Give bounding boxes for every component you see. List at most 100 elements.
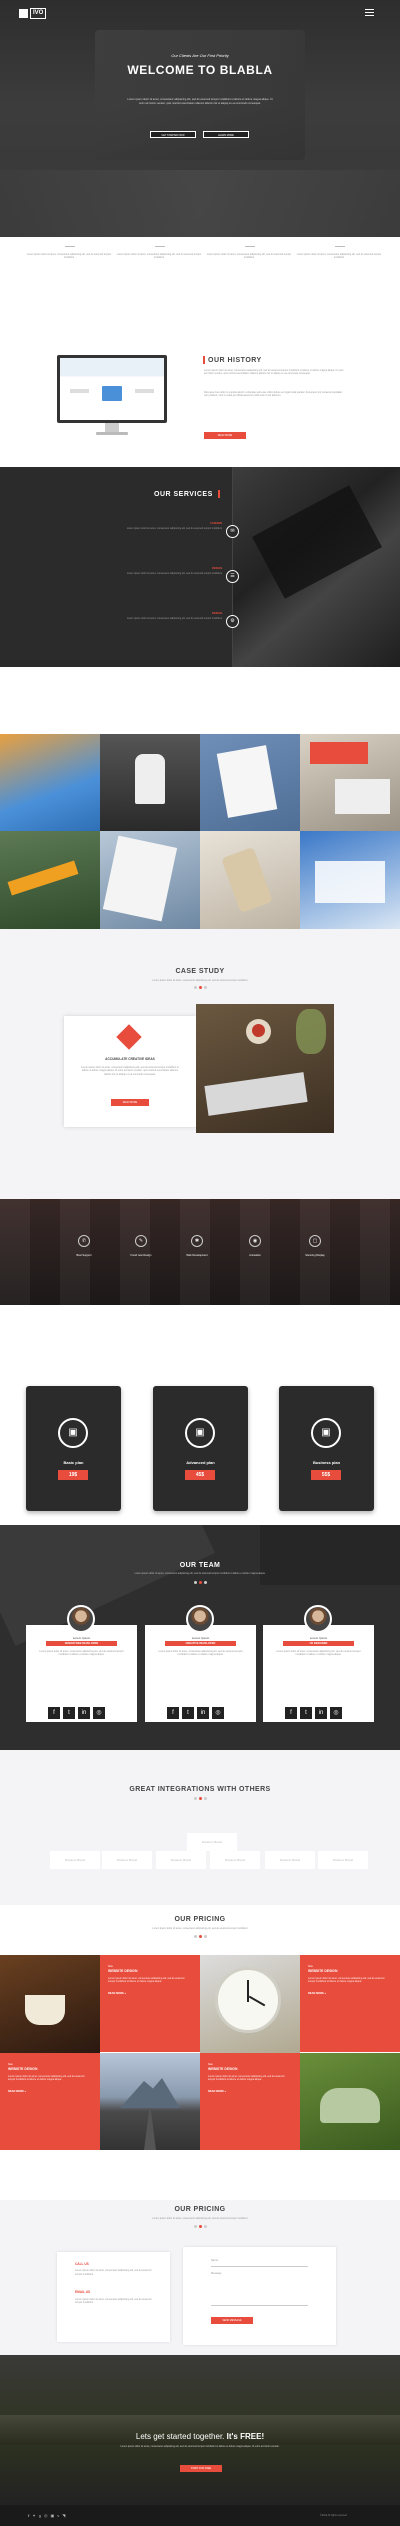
- animation-icon: ◉: [249, 1235, 261, 1247]
- case-divider-dots: [0, 986, 400, 990]
- team-card: Lorem Ipsum CREATIVE DEVELOPER Lorem ipsum…: [145, 1605, 256, 1722]
- logo[interactable]: IVO: [19, 8, 47, 19]
- services-section: OUR SERVICES FASHION Lorem ipsum dolor si…: [0, 467, 400, 667]
- stat-label: Stunning Display: [305, 1254, 325, 1257]
- start-free-button[interactable]: START FOR FREE: [180, 2465, 222, 2472]
- logo-text: IVO: [30, 8, 47, 19]
- portfolio-tile-8[interactable]: [300, 831, 400, 929]
- member-bio: Lorem ipsum dolor sit amet, consectetur …: [276, 1650, 361, 1657]
- brand-logo[interactable]: Random Brand: [187, 1833, 237, 1851]
- linkedin-icon[interactable]: in: [197, 1707, 209, 1719]
- plan-price[interactable]: 19$: [58, 1470, 88, 1480]
- brand-logo[interactable]: Random Brand: [156, 1851, 206, 1869]
- instagram-icon[interactable]: ▣: [50, 2513, 54, 2519]
- member-name: Lorem Ipsum: [191, 1636, 210, 1640]
- pricing-tag: New: [208, 2063, 213, 2066]
- hero-overlay: [0, 0, 400, 237]
- brand-logo[interactable]: Random Brand: [210, 1851, 260, 1869]
- imac-screen-content: [60, 358, 164, 420]
- plan-name: Advanced plan: [186, 1460, 215, 1465]
- pricing-spacer: [0, 2150, 400, 2200]
- portfolio-tile-6[interactable]: [100, 831, 200, 929]
- avatar: [186, 1605, 214, 1633]
- pricing-photo-coffee: [0, 1955, 100, 2053]
- hamburger-menu-icon[interactable]: [365, 9, 374, 16]
- plan-price[interactable]: 55$: [311, 1470, 341, 1480]
- email-us-text: Lorem ipsum dolor sit amet, consectetur …: [75, 2297, 152, 2305]
- twitter-icon[interactable]: t: [63, 1707, 75, 1719]
- google-plus-icon[interactable]: g: [39, 2513, 41, 2519]
- plan-card[interactable]: ▣ Basic plan 19$: [26, 1386, 121, 1511]
- portfolio-tile-5[interactable]: [0, 831, 100, 929]
- avatar: [67, 1605, 95, 1633]
- feature-dash-icon: [335, 246, 345, 247]
- pricing-card: New WEBSITE DESIGN Lorem ipsum dolor sit a…: [100, 1955, 200, 2052]
- pricing-card: New WEBSITE DESIGN Lorem ipsum dolor sit a…: [300, 1955, 400, 2052]
- message-field[interactable]: Message: [211, 2272, 308, 2306]
- contact-info-card: CALL US Lorem ipsum dolor sit amet, cons…: [57, 2252, 170, 2342]
- twitter-icon[interactable]: ✦: [32, 2513, 35, 2519]
- call-us-label: CALL US: [75, 2262, 89, 2266]
- features-section: Lorem ipsum dolor sit amet, consectetur …: [0, 237, 400, 317]
- linkedin-icon[interactable]: in: [315, 1707, 327, 1719]
- pricing-read-more-link[interactable]: READ MORE »: [108, 1992, 192, 1996]
- linkedin-icon[interactable]: in: [78, 1707, 90, 1719]
- case-diamond-icon: [116, 1024, 142, 1050]
- pricing-card-text: Lorem ipsum dolor sit amet, consectetur …: [308, 1977, 385, 1984]
- facebook-icon[interactable]: f: [28, 2513, 29, 2519]
- facebook-icon[interactable]: f: [48, 1707, 60, 1719]
- rss-icon[interactable]: ◥: [62, 2513, 65, 2519]
- pricing-read-more-link[interactable]: READ MORE »: [208, 2090, 292, 2094]
- brand-logo[interactable]: Random Brand: [102, 1851, 152, 1869]
- portfolio-tile-4[interactable]: [300, 734, 400, 831]
- contact-subtitle: Lorem ipsum dolor sit amet, consectetur …: [152, 2217, 248, 2220]
- pricing-read-more-link[interactable]: READ MORE »: [8, 2090, 92, 2094]
- pricing-photo-car: [300, 2053, 400, 2150]
- brand-logo[interactable]: Random Brand: [265, 1851, 315, 1869]
- learn-more-button[interactable]: LEARN MORE: [203, 131, 249, 138]
- case-card: ACCUMULATE CREATIVE IDEAS Lorem ipsum do…: [64, 1016, 196, 1127]
- plan-card[interactable]: ▣ Advanced plan 45$: [153, 1386, 248, 1511]
- vimeo-icon[interactable]: v: [57, 2513, 59, 2519]
- instagram-icon[interactable]: ◎: [93, 1707, 105, 1719]
- facebook-icon[interactable]: f: [167, 1707, 179, 1719]
- portfolio-tile-1[interactable]: [0, 734, 100, 831]
- send-message-button[interactable]: SEND MESSAGE: [211, 2317, 253, 2324]
- portfolio-tile-2[interactable]: [100, 734, 200, 831]
- member-role: UX DESIGNER: [283, 1641, 354, 1646]
- plan-card[interactable]: ▣ Business plan 55$: [279, 1386, 374, 1511]
- service-name: DESIGN: [212, 567, 222, 570]
- history-read-more-button[interactable]: READ MORE: [204, 432, 246, 439]
- team-section: OUR TEAM Lorem ipsum dolor sit amet, con…: [0, 1525, 400, 1750]
- twitter-icon[interactable]: t: [300, 1707, 312, 1719]
- case-read-more-button[interactable]: READ MORE: [111, 1099, 149, 1106]
- pricing-read-more-link[interactable]: READ MORE »: [308, 1992, 392, 1996]
- twitter-icon[interactable]: t: [182, 1707, 194, 1719]
- dribbble-icon[interactable]: ◎: [44, 2513, 48, 2519]
- facebook-icon[interactable]: f: [285, 1707, 297, 1719]
- chat-icon[interactable]: ☰: [226, 570, 239, 583]
- brand-logo[interactable]: Random Brand: [50, 1851, 100, 1869]
- briefcase-icon: ▣: [185, 1418, 215, 1448]
- gear-icon[interactable]: ⚙: [226, 615, 239, 628]
- footer-copyright: ©2014 All rights reserved: [320, 2514, 347, 2517]
- brand-logo[interactable]: Random Brand: [318, 1851, 368, 1869]
- instagram-icon[interactable]: ◎: [330, 1707, 342, 1719]
- instagram-icon[interactable]: ◎: [212, 1707, 224, 1719]
- portfolio-tile-3[interactable]: [200, 734, 300, 831]
- pricing-photo-road: [100, 2053, 200, 2150]
- portfolio-grid: [0, 734, 400, 929]
- get-started-button[interactable]: GET STARTED NOW: [150, 131, 196, 138]
- portfolio-tile-7[interactable]: [200, 831, 300, 929]
- integrations-divider-dots: [0, 1797, 400, 1801]
- feature-text: Lorem ipsum dolor sit amet, consectetur …: [26, 253, 112, 260]
- contact-title: OUR PRICING: [174, 2206, 226, 2213]
- stat-label: Web Development: [186, 1254, 208, 1257]
- plan-price[interactable]: 45$: [185, 1470, 215, 1480]
- mail-icon[interactable]: ✉: [226, 525, 239, 538]
- pricing-title: OUR PRICING: [174, 1916, 226, 1923]
- name-field[interactable]: Name: [211, 2259, 308, 2267]
- service-text: Lorem ipsum dolor sit amet, consectetur …: [126, 572, 222, 575]
- plans-section: ▣ Basic plan 19$ ▣ Advanced plan 45$ ▣ Business…: [0, 1380, 400, 1525]
- team-bg-shape-2: [260, 1525, 400, 1585]
